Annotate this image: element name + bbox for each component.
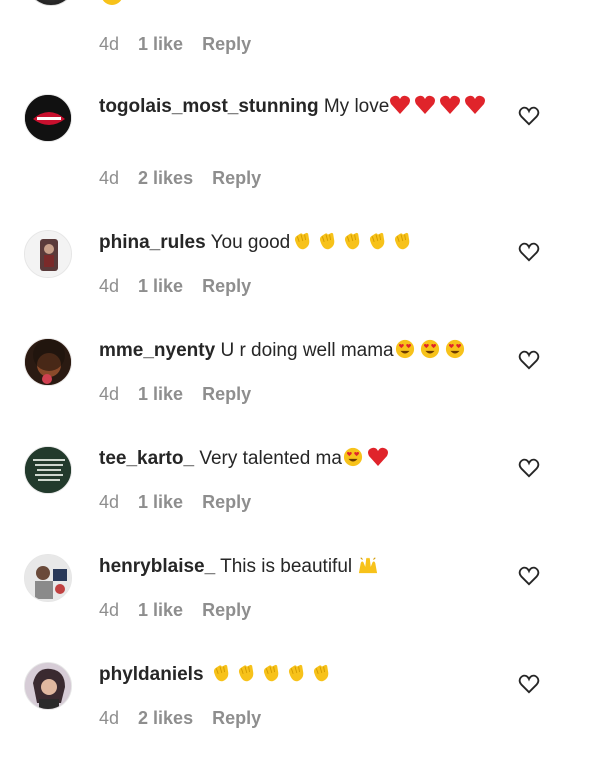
comment-meta: 4d 1 like Reply — [99, 34, 251, 55]
like-heart-icon[interactable] — [518, 106, 540, 126]
avatar[interactable] — [24, 94, 72, 142]
comment-meta: 4d 2 likes Reply — [99, 168, 261, 189]
comment-username[interactable]: tee_karto_ — [99, 448, 194, 469]
comment-item: phyldaniels 4d 2 likes Reply — [0, 652, 600, 760]
clapping-hands-emoji-icon — [284, 664, 309, 685]
avatar[interactable] — [24, 446, 72, 494]
clapping-hands-emoji-icon — [315, 232, 340, 253]
likes-count[interactable]: 2 likes — [138, 708, 193, 729]
comment-time: 4d — [99, 492, 120, 512]
like-heart-icon[interactable] — [518, 350, 540, 370]
heart-eyes-emoji-icon — [419, 339, 444, 361]
reply-button[interactable]: Reply — [202, 384, 251, 405]
comment-meta: 4d 1 like Reply — [99, 276, 251, 297]
avatar[interactable] — [24, 230, 72, 278]
comment-username[interactable]: mme_nyenty — [99, 340, 215, 361]
comment-body: togolais_most_stunning My love — [99, 94, 494, 120]
likes-count[interactable]: 2 likes — [138, 168, 193, 189]
comment-body: tee_karto_ Very talented ma — [99, 446, 494, 472]
comment-time: 4d — [99, 600, 120, 620]
avatar[interactable] — [24, 554, 72, 602]
raising-hands-emoji-icon — [357, 556, 382, 577]
clapping-hands-emoji-icon — [365, 232, 390, 253]
comment-meta: 4d 1 like Reply — [99, 384, 251, 405]
reply-button[interactable]: Reply — [202, 276, 251, 297]
heart-eyes-emoji-icon — [342, 447, 367, 469]
comment-item: henryblaise_ This is beautiful 4d 1 like… — [0, 544, 600, 652]
comment-item: phina_rules You good 4d 1 like Reply — [0, 220, 600, 328]
comment-body: phyldaniels — [99, 662, 494, 688]
comment-meta: 4d 2 likes Reply — [99, 708, 261, 729]
likes-count[interactable]: 1 like — [138, 492, 183, 513]
clapping-hands-emoji-icon — [340, 232, 365, 253]
comment-time: 4d — [99, 34, 120, 54]
clapping-hands-emoji-icon — [290, 232, 315, 253]
comment-body: mme_nyenty U r doing well mama — [99, 338, 494, 364]
likes-count[interactable]: 1 like — [138, 600, 183, 621]
comment-item: tee_karto_ Very talented ma 4d 1 like Re… — [0, 436, 600, 544]
comment-text: U r doing well mama — [220, 340, 394, 361]
like-heart-icon[interactable] — [518, 566, 540, 586]
likes-count[interactable]: 1 like — [138, 384, 183, 405]
comment-text: You good — [210, 232, 291, 253]
clapping-hands-emoji-icon — [309, 664, 334, 685]
comment-time: 4d — [99, 276, 120, 296]
like-heart-icon[interactable] — [518, 458, 540, 478]
clapping-hands-emoji-icon — [209, 664, 234, 685]
reply-button[interactable]: Reply — [212, 168, 261, 189]
reply-button[interactable]: Reply — [202, 34, 251, 55]
comment-item: togolais_most_stunning My love 4d 2 like… — [0, 84, 600, 192]
avatar[interactable] — [24, 338, 72, 386]
comment-body: phina_rules You good — [99, 230, 494, 256]
comment-time: 4d — [99, 168, 120, 188]
avatar[interactable] — [24, 662, 72, 710]
red-heart-emoji-icon — [389, 95, 414, 117]
comment-username[interactable]: phina_rules — [99, 232, 206, 253]
red-heart-emoji-icon — [464, 95, 489, 117]
reply-button[interactable]: Reply — [202, 492, 251, 513]
comment-text: Very talented ma — [199, 448, 342, 469]
like-heart-icon[interactable] — [518, 674, 540, 694]
like-heart-icon[interactable] — [518, 242, 540, 262]
red-heart-emoji-icon — [439, 95, 464, 117]
reply-button[interactable]: Reply — [202, 600, 251, 621]
likes-count[interactable]: 1 like — [138, 34, 183, 55]
comment-meta: 4d 1 like Reply — [99, 492, 251, 513]
comment-body: henryblaise_ This is beautiful — [99, 554, 494, 580]
reply-button[interactable]: Reply — [212, 708, 261, 729]
grinning-face-emoji-icon — [100, 0, 124, 13]
comment-username[interactable]: phyldaniels — [99, 664, 204, 685]
heart-eyes-emoji-icon — [394, 339, 419, 361]
clapping-hands-emoji-icon — [390, 232, 415, 253]
comment-text: This is beautiful — [220, 556, 353, 577]
red-heart-emoji-icon — [414, 95, 439, 117]
clapping-hands-emoji-icon — [259, 664, 284, 685]
clapping-hands-emoji-icon — [234, 664, 259, 685]
comment-time: 4d — [99, 384, 120, 404]
red-heart-emoji-icon — [367, 447, 392, 469]
heart-eyes-emoji-icon — [444, 339, 469, 361]
comment-time: 4d — [99, 708, 120, 728]
comment-item: mme_nyenty U r doing well mama 4d 1 like… — [0, 328, 600, 436]
comment-username[interactable]: henryblaise_ — [99, 556, 215, 577]
avatar[interactable] — [26, 0, 76, 6]
comment-text: My love — [323, 96, 390, 117]
likes-count[interactable]: 1 like — [138, 276, 183, 297]
comment-username[interactable]: togolais_most_stunning — [99, 96, 319, 117]
comment-meta: 4d 1 like Reply — [99, 600, 251, 621]
